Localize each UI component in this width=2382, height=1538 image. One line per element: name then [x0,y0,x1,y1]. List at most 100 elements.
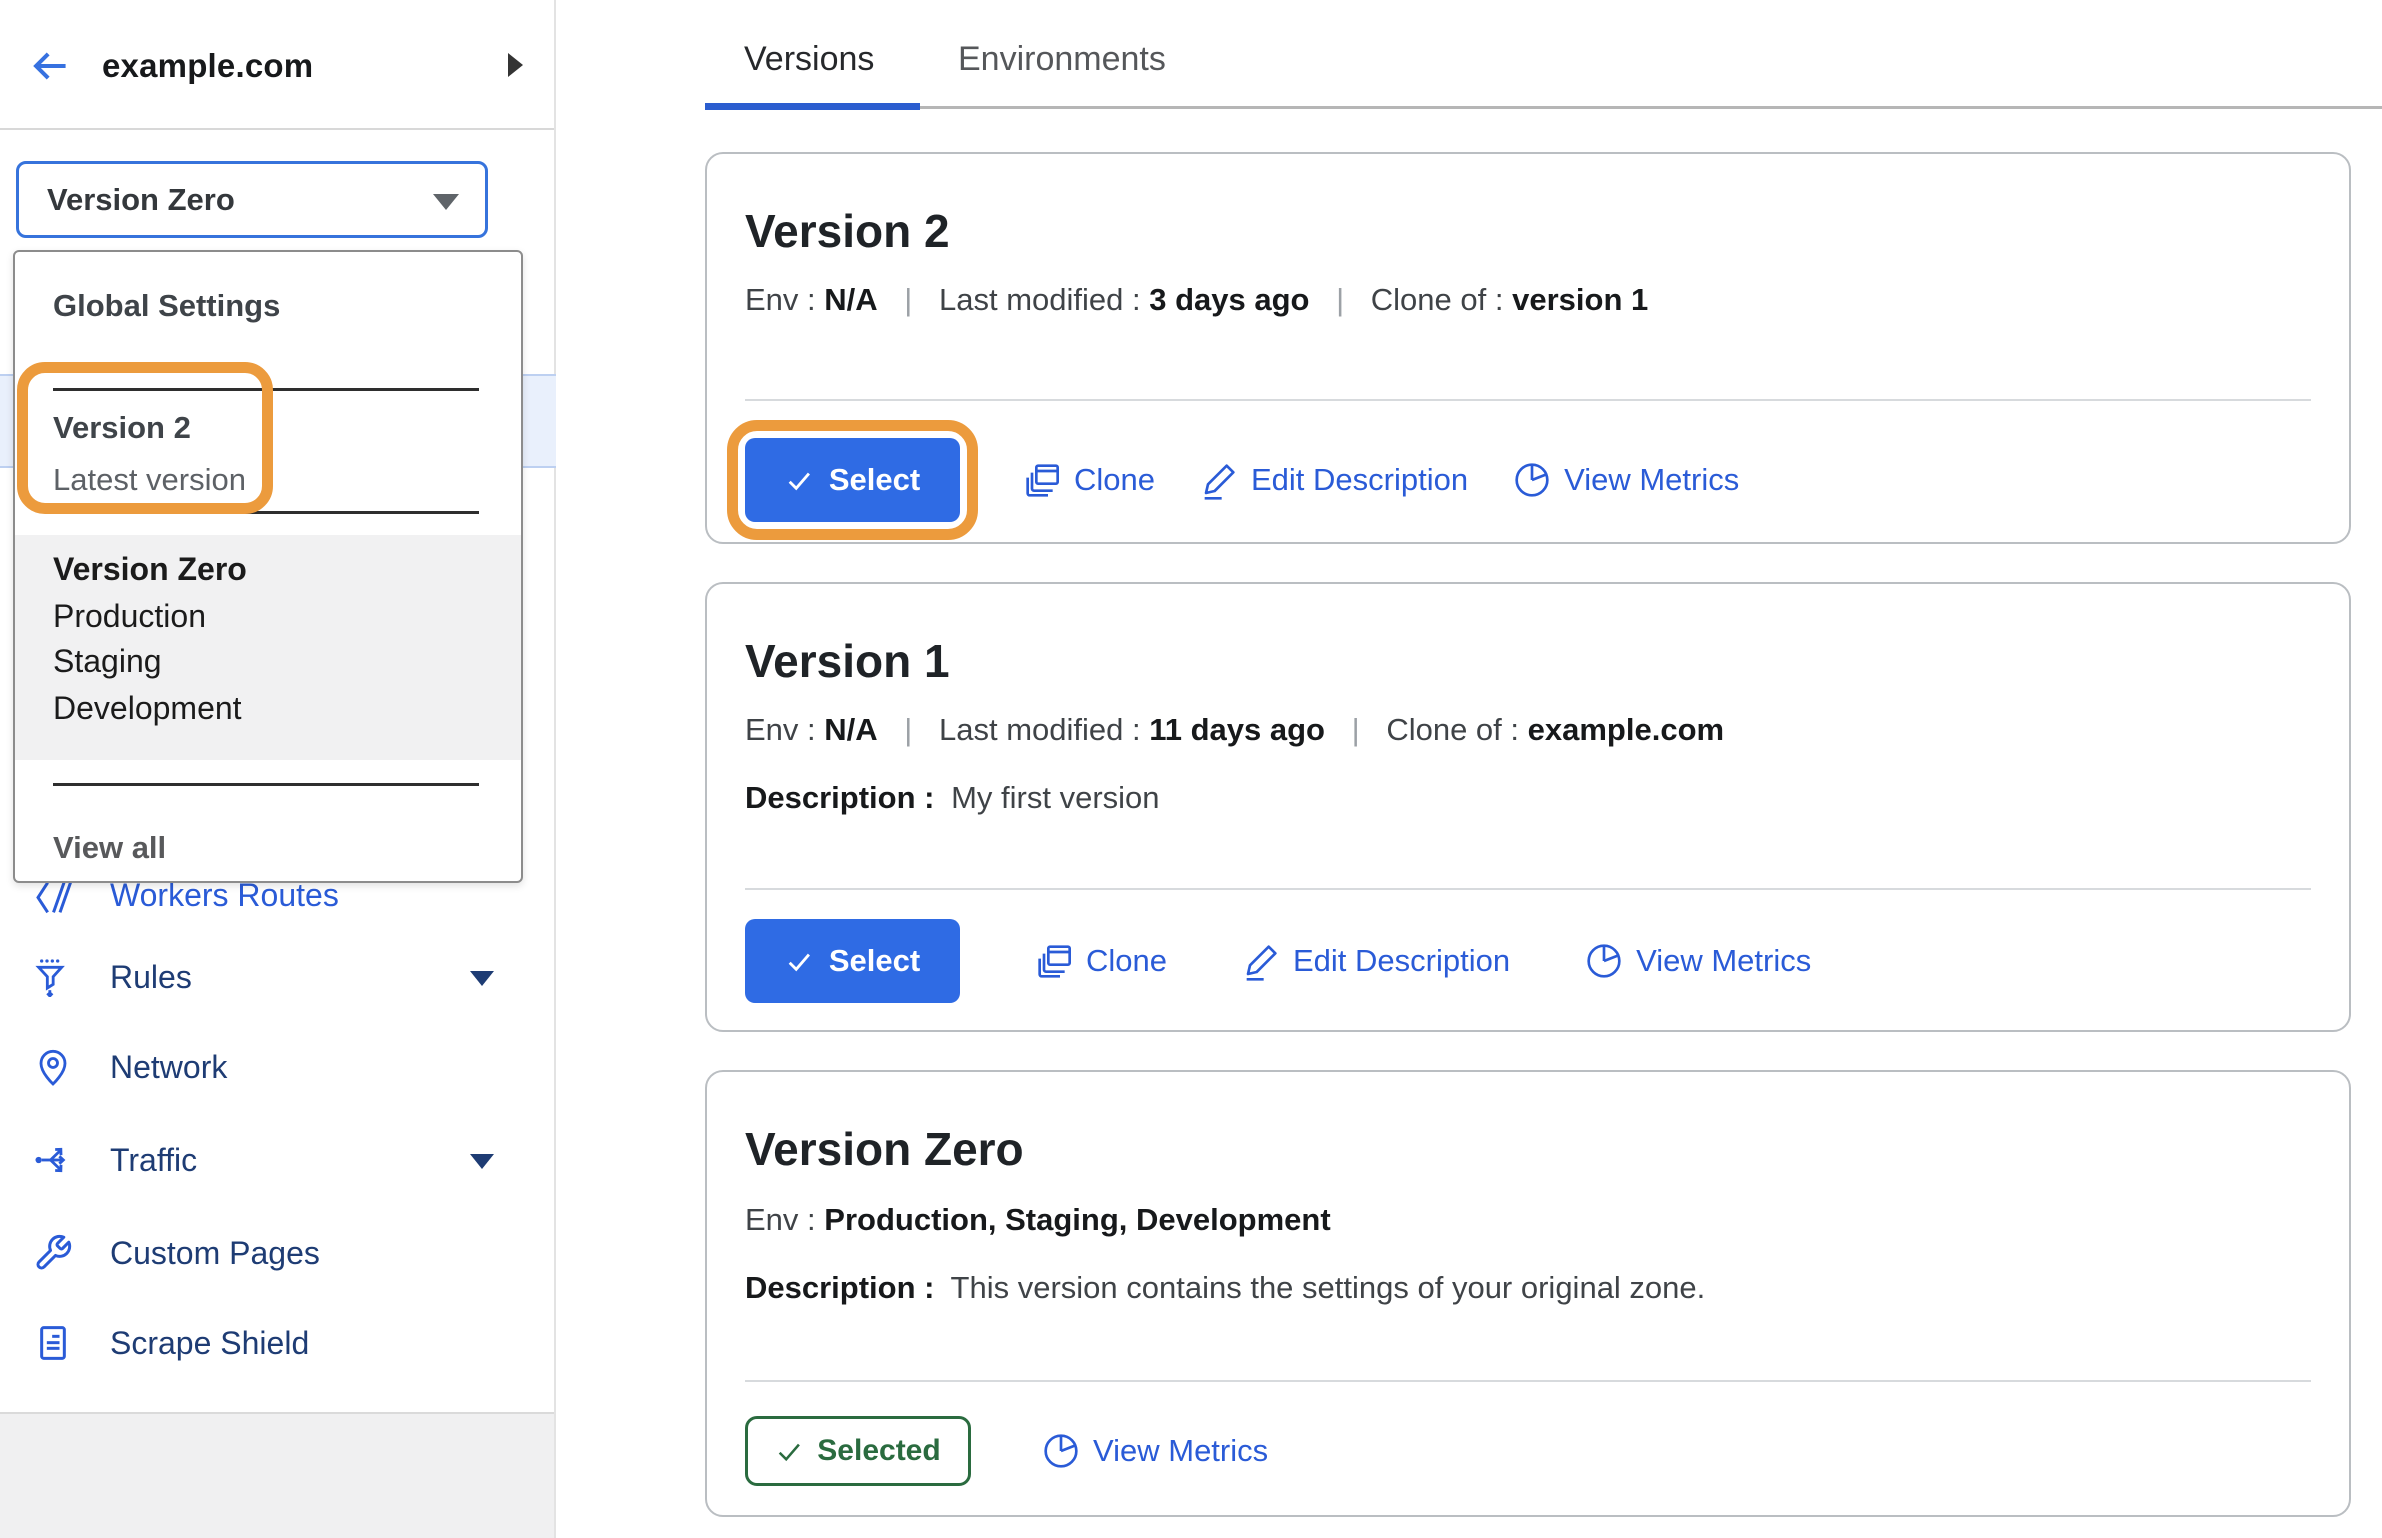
clone-link[interactable]: Clone [1022,460,1155,500]
version-card-version-2: Version 2 Env : N/A | Last modified : 3 … [705,152,2351,544]
card-meta: Env : N/A | Last modified : 3 days ago |… [745,282,1648,318]
menu-item-version-2-subtitle: Latest version [53,462,246,498]
view-metrics-link[interactable]: View Metrics [1041,1431,1268,1471]
traffic-branch-icon [33,1140,73,1180]
card-actions: Select Clone Edit Description [745,919,1811,1003]
menu-item-version-2[interactable]: Version 2 [53,410,191,446]
meta-label: Env : [745,282,816,317]
env-development: Development [53,690,242,727]
sidebar-item-label: Network [110,1049,227,1086]
version-card-version-1: Version 1 Env : N/A | Last modified : 11… [705,582,2351,1032]
pencil-icon [1241,941,1281,981]
caret-right-icon[interactable] [508,53,523,77]
chevron-down-icon[interactable] [470,971,494,986]
back-arrow-icon [26,44,74,88]
meta-separator: | [1352,712,1360,747]
menu-item-version-zero: Version Zero [53,551,247,588]
selected-button-label: Selected [817,1434,940,1468]
caret-down-icon [433,194,459,210]
meta-value: example.com [1528,712,1724,747]
card-meta: Env : N/A | Last modified : 11 days ago … [745,712,1724,748]
view-metrics-label: View Metrics [1093,1433,1268,1469]
network-pin-icon [33,1047,73,1087]
card-actions: Selected View Metrics [745,1416,1268,1486]
meta-value: 3 days ago [1149,282,1309,317]
card-meta: Env : Production, Staging, Development [745,1202,1331,1238]
rules-filter-icon [33,957,73,997]
menu-item-view-all[interactable]: View all [53,830,166,866]
select-button[interactable]: Select [745,919,960,1003]
back-button[interactable] [26,44,74,88]
meta-separator: | [1336,282,1344,317]
version-card-version-zero: Version Zero Env : Production, Staging, … [705,1070,2351,1517]
sidebar-item-custom-pages[interactable]: Custom Pages [0,1208,556,1298]
card-description: Description : My first version [745,780,1160,816]
sidebar-item-scrape-shield[interactable]: Scrape Shield [0,1298,556,1388]
card-title: Version 1 [745,634,950,688]
edit-description-link[interactable]: Edit Description [1241,941,1510,981]
meta-value: N/A [824,282,877,317]
view-metrics-link[interactable]: View Metrics [1584,941,1811,981]
check-icon [785,466,813,494]
card-title: Version Zero [745,1122,1024,1176]
menu-item-version-zero-group[interactable]: Version Zero Production Staging Developm… [15,535,521,760]
menu-item-global-settings[interactable]: Global Settings [53,288,280,324]
pie-chart-icon [1584,941,1624,981]
annotation-ring-select-button: Select [727,420,978,540]
sidebar-header: example.com [0,0,554,130]
description-label: Description : [745,780,934,815]
sidebar-footer-area [0,1412,554,1538]
clone-icon [1022,460,1062,500]
tab-versions[interactable]: Versions [744,40,874,79]
view-metrics-label: View Metrics [1564,462,1739,498]
meta-value: N/A [824,712,877,747]
view-metrics-label: View Metrics [1636,943,1811,979]
meta-label: Env : [745,1202,816,1237]
edit-description-label: Edit Description [1251,462,1468,498]
meta-separator: | [904,712,912,747]
meta-label: Last modified : [939,712,1141,747]
pencil-icon [1199,460,1239,500]
document-icon [33,1323,73,1363]
meta-separator: | [904,282,912,317]
version-selector[interactable]: Version Zero [16,161,488,238]
edit-description-link[interactable]: Edit Description [1199,460,1468,500]
sidebar-item-network[interactable]: Network [0,1022,556,1112]
edit-description-label: Edit Description [1293,943,1510,979]
meta-value: 11 days ago [1149,712,1325,747]
chevron-down-icon[interactable] [470,1154,494,1169]
meta-label: Env : [745,712,816,747]
selected-button[interactable]: Selected [745,1416,971,1486]
clone-icon [1034,941,1074,981]
tab-active-underline [705,103,920,110]
select-button-label: Select [829,462,920,498]
meta-value: Production, Staging, Development [824,1202,1330,1237]
divider [53,388,479,391]
env-staging: Staging [53,643,162,680]
select-button[interactable]: Select [745,438,960,522]
tab-underline-track [705,106,2382,109]
sidebar-item-traffic[interactable]: Traffic [0,1115,556,1205]
description-value: This version contains the settings of yo… [951,1270,1706,1305]
zone-title: example.com [102,47,313,85]
version-dropdown-menu: Global Settings Version 2 Latest version… [13,250,523,883]
clone-link[interactable]: Clone [1034,941,1167,981]
sidebar: example.com Version Zero Workers Routes [0,0,556,1538]
check-icon [785,947,813,975]
divider [53,511,479,514]
divider [53,783,479,786]
view-metrics-link[interactable]: View Metrics [1512,460,1739,500]
tab-environments[interactable]: Environments [958,40,1166,79]
meta-label: Clone of : [1371,282,1504,317]
meta-label: Last modified : [939,282,1141,317]
env-production: Production [53,598,206,635]
sidebar-item-rules[interactable]: Rules [0,932,556,1022]
card-title: Version 2 [745,204,950,258]
clone-link-label: Clone [1074,462,1155,498]
divider [745,888,2311,890]
sidebar-item-label: Traffic [110,1142,197,1179]
sidebar-item-label: Rules [110,959,192,996]
divider [745,1380,2311,1382]
version-selector-value: Version Zero [47,182,235,218]
description-label: Description : [745,1270,934,1305]
